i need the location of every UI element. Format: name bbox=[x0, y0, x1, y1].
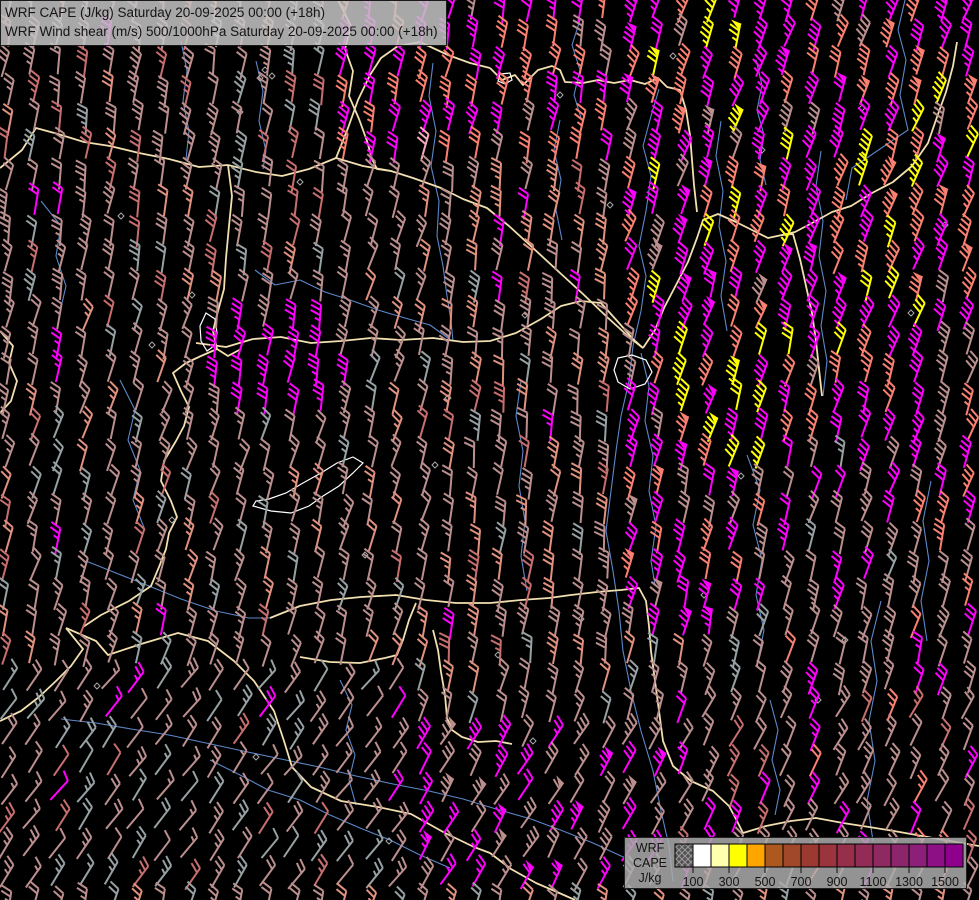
legend-cell bbox=[836, 843, 856, 868]
legend-cell bbox=[764, 843, 784, 868]
legend-cell bbox=[926, 843, 946, 868]
legend-cell bbox=[710, 843, 730, 868]
legend-cell bbox=[746, 843, 766, 868]
legend-cell bbox=[818, 843, 838, 868]
legend-cell bbox=[728, 843, 748, 868]
legend-tick-label: 300 bbox=[719, 875, 740, 889]
legend-cell bbox=[782, 843, 802, 868]
legend-tick-label: 700 bbox=[791, 875, 812, 889]
legend-cell bbox=[854, 843, 874, 868]
legend-tick-label: 1500 bbox=[931, 875, 959, 889]
legend-tick-label: 1300 bbox=[895, 875, 923, 889]
legend-cell bbox=[674, 843, 694, 868]
legend-cell bbox=[908, 843, 928, 868]
legend-tick-label: 100 bbox=[683, 875, 704, 889]
legend-cell bbox=[944, 843, 964, 868]
legend-cell bbox=[800, 843, 820, 868]
legend-colorbar: 100 300 500 700 900 1100 1300 1500 bbox=[674, 843, 964, 889]
title-line-windshear: WRF Wind shear (m/s) 500/1000hPa Saturda… bbox=[5, 24, 438, 39]
legend-tick-label: 500 bbox=[755, 875, 776, 889]
legend-cell bbox=[890, 843, 910, 868]
legend-cell bbox=[872, 843, 892, 868]
legend-tick-label: 900 bbox=[827, 875, 848, 889]
legend-cell bbox=[692, 843, 712, 868]
title-overlay: WRF CAPE (J/kg) Saturday 20-09-2025 00:0… bbox=[0, 0, 447, 46]
wrf-weather-map: WRF CAPE (J/kg) Saturday 20-09-2025 00:0… bbox=[0, 0, 979, 900]
cape-legend: WRF CAPE J/kg 100 300 500 700 900 1100 1300 150… bbox=[624, 837, 967, 889]
legend-tick-label: 1100 bbox=[860, 875, 887, 889]
map-canvas bbox=[0, 0, 979, 900]
title-line-cape: WRF CAPE (J/kg) Saturday 20-09-2025 00:0… bbox=[5, 5, 326, 20]
